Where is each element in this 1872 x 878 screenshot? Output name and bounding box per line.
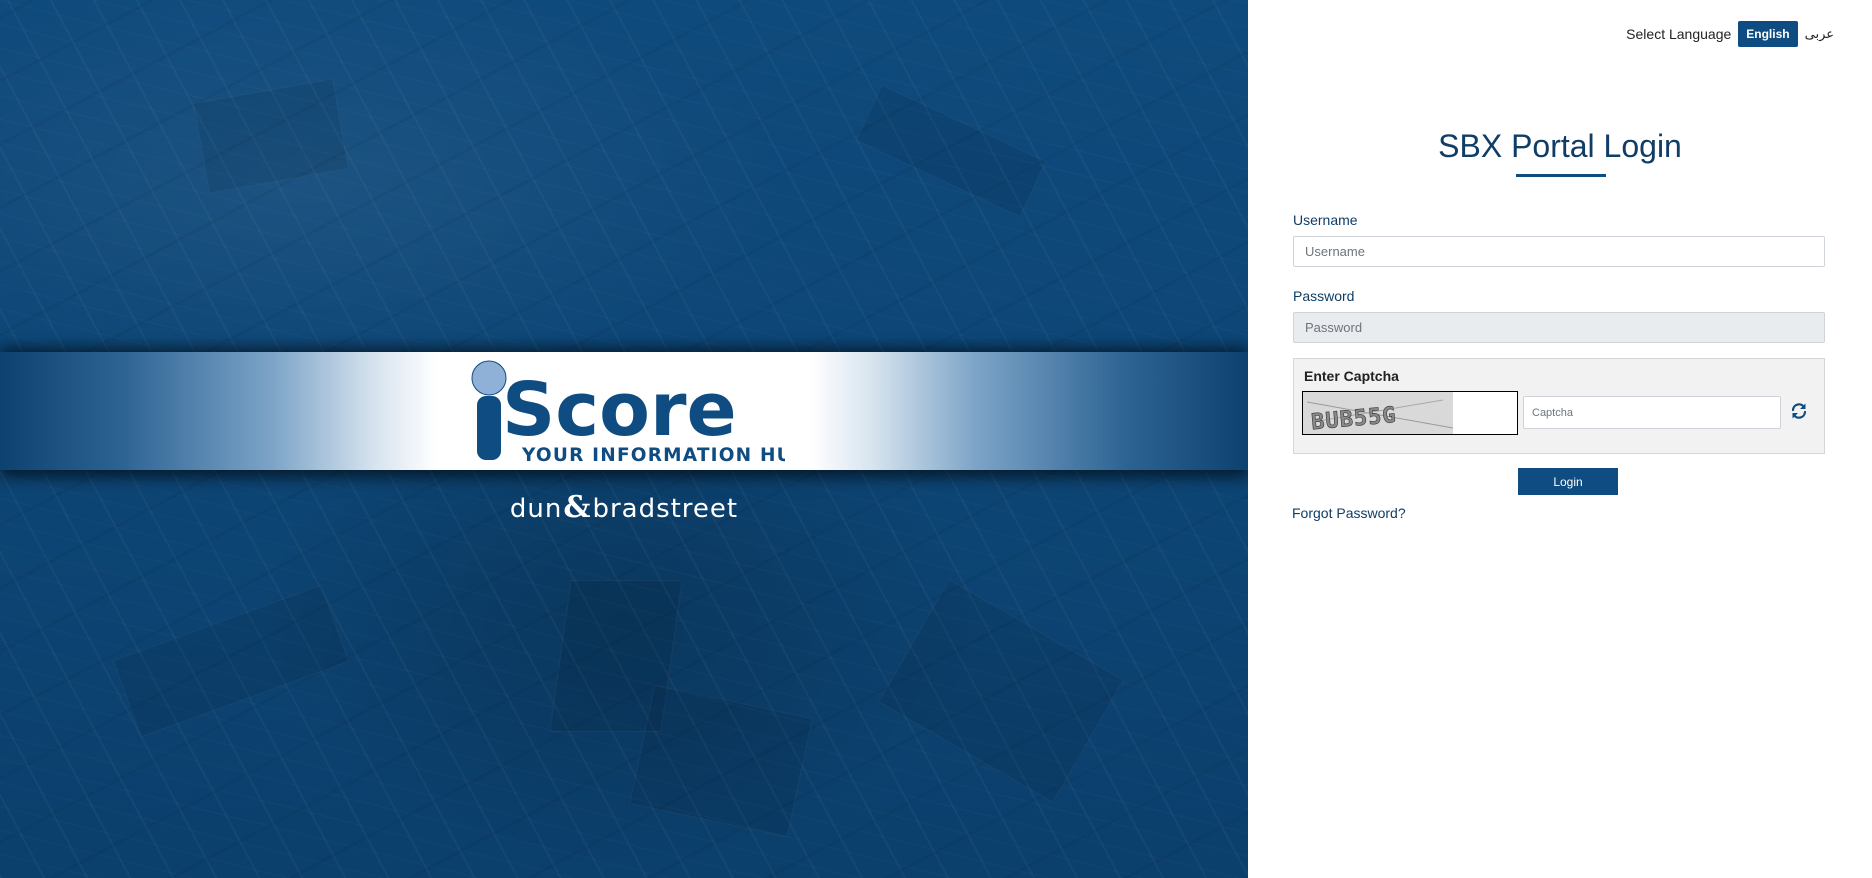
iscore-logo: Score YOUR INFORMATION HUB (471, 360, 785, 466)
password-input[interactable] (1293, 312, 1825, 343)
language-option-english[interactable]: English (1738, 21, 1798, 47)
password-label: Password (1293, 288, 1355, 304)
hero-background-building (878, 579, 1124, 803)
hero-background-building (629, 684, 813, 838)
partner-name-left: dun (509, 494, 563, 524)
hero-background-building (855, 84, 1047, 218)
captcha-image: BUB55G (1302, 391, 1518, 435)
captcha-section: Enter Captcha BUB55G (1293, 358, 1825, 454)
hero-panel: Score YOUR INFORMATION HUB dun&bradstree… (0, 0, 1248, 878)
captcha-input[interactable] (1523, 396, 1781, 429)
login-button[interactable]: Login (1518, 468, 1618, 495)
login-panel: Select Language English عربى SBX Portal … (1248, 0, 1872, 878)
partner-logo-dun-bradstreet: dun&bradstreet (0, 490, 1248, 525)
logo-wordmark: Score (502, 367, 737, 453)
language-label: Select Language (1626, 26, 1732, 42)
language-option-arabic[interactable]: عربى (1805, 27, 1834, 42)
logo-tagline: YOUR INFORMATION HUB (521, 445, 785, 466)
hero-background-building (193, 78, 349, 194)
refresh-icon[interactable] (1789, 401, 1809, 421)
username-label: Username (1293, 212, 1358, 228)
title-underline (1516, 174, 1606, 177)
captcha-label: Enter Captcha (1304, 368, 1399, 384)
language-selector: Select Language English عربى (1626, 21, 1834, 47)
partner-name-right: bradstreet (592, 494, 739, 524)
forgot-password-link[interactable]: Forgot Password? (1292, 505, 1406, 521)
page-title: SBX Portal Login (1438, 128, 1682, 164)
username-input[interactable] (1293, 236, 1825, 267)
hero-background-building (112, 584, 350, 738)
partner-ampersand: & (563, 490, 592, 525)
